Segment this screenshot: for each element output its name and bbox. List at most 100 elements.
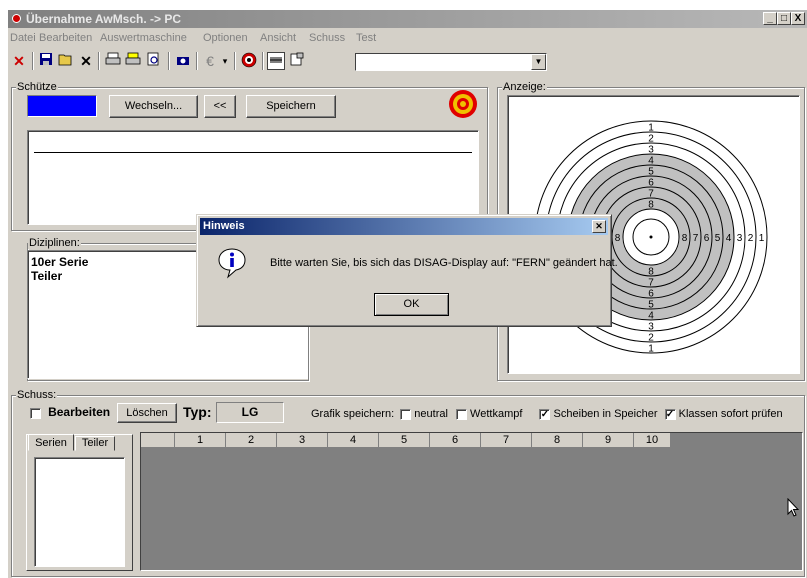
column-header: 4 bbox=[328, 433, 379, 447]
ring-label: 3 bbox=[648, 322, 654, 333]
properties-icon[interactable] bbox=[288, 52, 306, 70]
scheiben-checkbox[interactable]: ✓ bbox=[539, 408, 551, 420]
ring-label: 8 bbox=[615, 233, 621, 244]
ring-label: 2 bbox=[748, 233, 754, 244]
menu-optionen[interactable]: Optionen bbox=[203, 32, 248, 44]
list-item[interactable]: Teiler bbox=[31, 269, 62, 283]
menu-bearbeiten[interactable]: Bearbeiten bbox=[39, 32, 92, 44]
ring-label: 8 bbox=[682, 233, 688, 244]
speichern-button[interactable]: Speichern bbox=[246, 95, 336, 118]
camera-icon[interactable] bbox=[174, 52, 192, 70]
schuss-label: Schuss: bbox=[16, 389, 58, 401]
dialog-message: Bitte warten Sie, bis sich das DISAG-Dis… bbox=[270, 257, 618, 269]
grid-header-corner bbox=[141, 433, 175, 447]
minimize-button[interactable]: _ bbox=[763, 12, 777, 25]
ring-label: 2 bbox=[648, 333, 654, 344]
cancel-icon[interactable]: ✕ bbox=[10, 52, 28, 70]
ok-button[interactable]: OK bbox=[374, 293, 449, 316]
ring-label: 2 bbox=[648, 134, 654, 145]
shots-grid[interactable]: 1 2 3 4 5 6 7 8 9 10 bbox=[140, 432, 803, 571]
print-icon[interactable] bbox=[104, 52, 122, 70]
serien-list[interactable] bbox=[34, 457, 125, 567]
ring-label: 6 bbox=[648, 289, 654, 300]
klassen-checkbox[interactable]: ✓ bbox=[664, 408, 676, 420]
menu-test[interactable]: Test bbox=[356, 32, 376, 44]
column-header: 6 bbox=[430, 433, 481, 447]
menu-schuss[interactable]: Schuss bbox=[309, 32, 345, 44]
wechseln-button[interactable]: Wechseln... bbox=[109, 95, 198, 118]
ring-label: 1 bbox=[759, 233, 765, 244]
tab-teiler[interactable]: Teiler bbox=[75, 436, 115, 451]
title-bar: Übernahme AwMsch. -> PC _ □ X bbox=[8, 10, 807, 28]
bearbeiten-checkbox[interactable]: Bearbeiten bbox=[30, 405, 110, 419]
column-header: 3 bbox=[277, 433, 328, 447]
schuetze-info-box bbox=[27, 130, 479, 225]
dialog-title: Hinweis bbox=[203, 220, 245, 232]
print-setup-icon[interactable] bbox=[124, 52, 142, 70]
target-icon[interactable] bbox=[240, 52, 258, 70]
open-folder-icon[interactable] bbox=[57, 52, 75, 70]
dialog-close-button[interactable]: ✕ bbox=[592, 220, 606, 233]
neutral-label: neutral bbox=[414, 408, 448, 420]
scheibe-combo[interactable]: ▼ bbox=[355, 53, 547, 71]
save-icon[interactable] bbox=[37, 52, 55, 70]
close-button[interactable]: X bbox=[791, 12, 805, 25]
target-center-dot bbox=[649, 235, 653, 239]
anzeige-label: Anzeige: bbox=[502, 81, 547, 93]
display-toggle-icon[interactable] bbox=[267, 52, 285, 70]
ring-label: 7 bbox=[648, 189, 654, 200]
ring-label: 5 bbox=[648, 167, 654, 178]
chevron-down-icon[interactable]: ▾ bbox=[216, 52, 234, 70]
info-icon bbox=[216, 247, 248, 282]
target-logo-icon bbox=[448, 89, 478, 119]
wettkampf-checkbox[interactable] bbox=[455, 408, 467, 420]
delete-icon[interactable]: ✕ bbox=[77, 52, 95, 70]
ring-label: 3 bbox=[648, 145, 654, 156]
hinweis-dialog: Hinweis ✕ Bitte warten Sie, bis sich das… bbox=[196, 214, 618, 327]
scheiben-label: Scheiben in Speicher bbox=[553, 408, 658, 420]
menu-auswertmaschine[interactable]: Auswertmaschine bbox=[100, 32, 187, 44]
ring-label: 1 bbox=[648, 123, 654, 134]
ring-label: 1 bbox=[648, 344, 654, 355]
neutral-checkbox[interactable] bbox=[400, 408, 412, 420]
schuetze-label: Schütze bbox=[16, 81, 58, 93]
back-button[interactable]: << bbox=[204, 95, 236, 118]
ring-label: 4 bbox=[648, 156, 654, 167]
typ-value: LG bbox=[216, 402, 284, 423]
print-preview-icon[interactable] bbox=[144, 52, 162, 70]
ring-label: 8 bbox=[648, 200, 654, 211]
column-header: 9 bbox=[583, 433, 634, 447]
separator-line bbox=[34, 152, 472, 153]
column-header: 10 bbox=[634, 433, 671, 447]
bearbeiten-label: Bearbeiten bbox=[48, 405, 111, 419]
ring-label: 4 bbox=[726, 233, 732, 244]
column-header: 8 bbox=[532, 433, 583, 447]
dialog-title-bar: Hinweis ✕ bbox=[200, 218, 608, 235]
grafik-label: Grafik speichern: bbox=[311, 408, 395, 420]
ring-label: 4 bbox=[648, 311, 654, 322]
column-header: 5 bbox=[379, 433, 430, 447]
loeschen-button[interactable]: Löschen bbox=[117, 403, 177, 423]
menu-ansicht[interactable]: Ansicht bbox=[260, 32, 296, 44]
mouse-cursor-icon bbox=[787, 497, 800, 521]
ring-label: 7 bbox=[648, 278, 654, 289]
ring-label: 6 bbox=[704, 233, 710, 244]
column-header: 2 bbox=[226, 433, 277, 447]
schuetze-color bbox=[27, 95, 97, 117]
ring-label: 8 bbox=[648, 267, 654, 278]
window-title: Übernahme AwMsch. -> PC bbox=[26, 12, 182, 26]
grid-header: 1 2 3 4 5 6 7 8 9 10 bbox=[141, 433, 671, 447]
column-header: 1 bbox=[175, 433, 226, 447]
bearbeiten-check[interactable] bbox=[30, 407, 41, 419]
chevron-down-icon[interactable]: ▼ bbox=[531, 54, 546, 70]
tab-serien[interactable]: Serien bbox=[28, 434, 74, 451]
list-item[interactable]: 10er Serie bbox=[31, 255, 88, 269]
app-icon bbox=[12, 14, 21, 23]
ring-label: 6 bbox=[648, 178, 654, 189]
klassen-label: Klassen sofort prüfen bbox=[678, 408, 783, 420]
menu-bar: Datei Bearbeiten Auswertmaschine Optione… bbox=[8, 29, 807, 47]
ring-label: 7 bbox=[693, 233, 699, 244]
restore-button[interactable]: □ bbox=[777, 12, 791, 25]
menu-datei[interactable]: Datei bbox=[10, 32, 36, 44]
column-header: 7 bbox=[481, 433, 532, 447]
